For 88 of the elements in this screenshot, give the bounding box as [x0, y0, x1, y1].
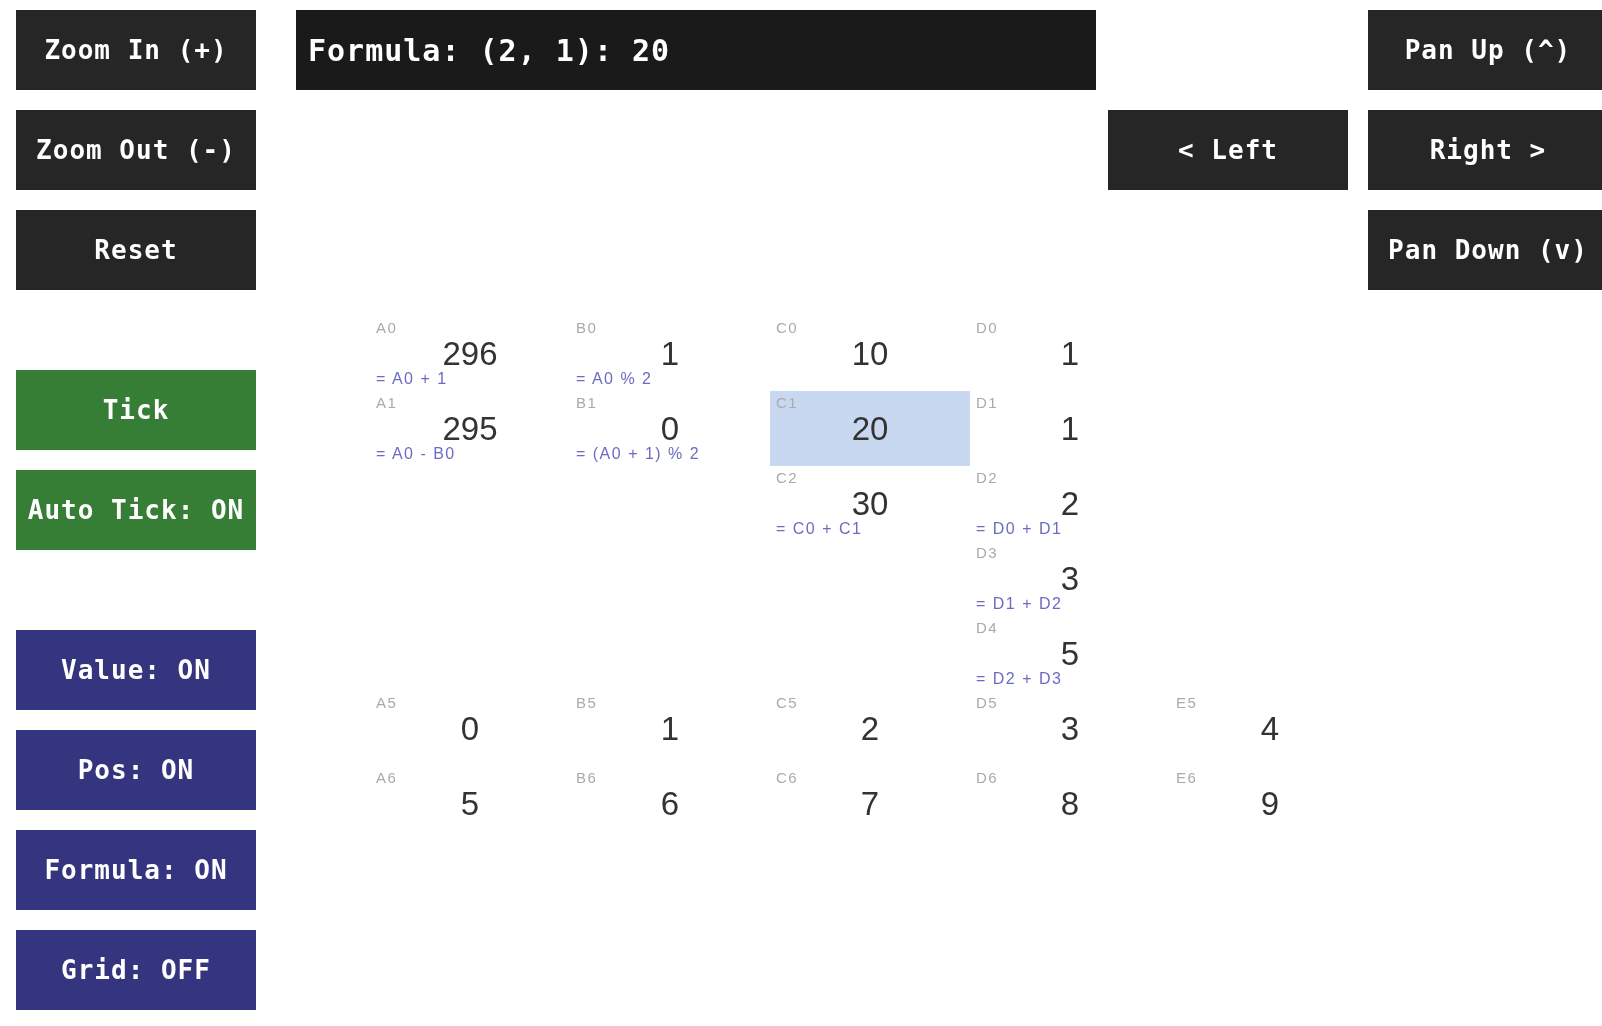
cell-formula: = (A0 + 1) % 2 [576, 446, 701, 462]
cell-value: 6 [660, 787, 680, 821]
formula-toggle[interactable]: Formula: ON [16, 830, 256, 910]
cell-value: 1 [1060, 337, 1080, 371]
pan-down-button[interactable]: Pan Down (v) [1368, 210, 1602, 290]
cell-value: 296 [442, 337, 498, 371]
cell-position-label: D5 [976, 694, 999, 712]
cell-value: 5 [460, 787, 480, 821]
cell-value: 0 [460, 712, 480, 746]
cell-position-label: A5 [376, 694, 398, 712]
cell-value: 9 [1260, 787, 1280, 821]
cell-value: 10 [851, 337, 889, 371]
cell-value: 3 [1060, 712, 1080, 746]
grid-cell[interactable]: B1 0 = (A0 + 1) % 2 [570, 391, 770, 466]
cell-value: 295 [442, 412, 498, 446]
cell-position-label: D0 [976, 319, 999, 337]
formula-bar: Formula: (2, 1): 20 [296, 10, 1096, 90]
cell-value: 7 [860, 787, 880, 821]
cell-value: 20 [851, 412, 889, 446]
grid-cell[interactable]: D1 1 [970, 391, 1170, 466]
zoom-in-button[interactable]: Zoom In (+) [16, 10, 256, 90]
cell-position-label: D4 [976, 619, 999, 637]
grid-cell[interactable]: D0 1 [970, 316, 1170, 391]
grid-cell[interactable]: D2 2 = D0 + D1 [970, 466, 1170, 541]
cell-value: 1 [660, 712, 680, 746]
grid-cell[interactable]: C6 7 [770, 766, 970, 841]
cell-position-label: D6 [976, 769, 999, 787]
cell-value: 4 [1260, 712, 1280, 746]
cell-value: 3 [1060, 562, 1080, 596]
cell-value: 0 [660, 412, 680, 446]
cell-value: 1 [660, 337, 680, 371]
cell-formula: = D0 + D1 [976, 521, 1063, 537]
grid-cell[interactable]: C1 20 [770, 391, 970, 466]
pan-left-button[interactable]: < Left [1108, 110, 1348, 190]
grid-cell[interactable]: C5 2 [770, 691, 970, 766]
grid-toggle[interactable]: Grid: OFF [16, 930, 256, 1010]
cell-formula: = D1 + D2 [976, 596, 1063, 612]
position-toggle[interactable]: Pos: ON [16, 730, 256, 810]
cell-formula: = D2 + D3 [976, 671, 1063, 687]
grid-cell[interactable]: A5 0 [370, 691, 570, 766]
grid-cell[interactable]: D4 5 = D2 + D3 [970, 616, 1170, 691]
cell-position-label: D1 [976, 394, 999, 412]
cell-position-label: A0 [376, 319, 398, 337]
cell-position-label: C5 [776, 694, 799, 712]
grid-cell[interactable]: D5 3 [970, 691, 1170, 766]
cell-value: 2 [860, 712, 880, 746]
cell-position-label: A1 [376, 394, 398, 412]
cell-value: 8 [1060, 787, 1080, 821]
cell-formula: = A0 - B0 [376, 446, 456, 462]
grid-cell[interactable]: E5 4 [1170, 691, 1370, 766]
grid-cell[interactable]: C0 10 [770, 316, 970, 391]
grid-cell[interactable]: E6 9 [1170, 766, 1370, 841]
grid-cell[interactable]: B6 6 [570, 766, 770, 841]
cell-position-label: B6 [576, 769, 598, 787]
pan-up-button[interactable]: Pan Up (^) [1368, 10, 1602, 90]
grid-cell[interactable]: A1 295 = A0 - B0 [370, 391, 570, 466]
grid-cell[interactable]: C2 30 = C0 + C1 [770, 466, 970, 541]
cell-position-label: E5 [1176, 694, 1198, 712]
grid-cell[interactable]: D3 3 = D1 + D2 [970, 541, 1170, 616]
cell-position-label: C0 [776, 319, 799, 337]
cell-position-label: B1 [576, 394, 598, 412]
cell-position-label: C6 [776, 769, 799, 787]
cell-position-label: C1 [776, 394, 799, 412]
reset-button[interactable]: Reset [16, 210, 256, 290]
cell-position-label: D3 [976, 544, 999, 562]
cell-position-label: E6 [1176, 769, 1198, 787]
cell-value: 2 [1060, 487, 1080, 521]
cell-position-label: D2 [976, 469, 999, 487]
tick-button[interactable]: Tick [16, 370, 256, 450]
cell-value: 1 [1060, 412, 1080, 446]
grid-cell[interactable]: A0 296 = A0 + 1 [370, 316, 570, 391]
cell-value: 30 [851, 487, 889, 521]
cell-value: 5 [1060, 637, 1080, 671]
cell-formula: = C0 + C1 [776, 521, 863, 537]
grid-cell[interactable]: D6 8 [970, 766, 1170, 841]
cell-position-label: A6 [376, 769, 398, 787]
value-toggle[interactable]: Value: ON [16, 630, 256, 710]
cell-formula: = A0 + 1 [376, 371, 448, 387]
auto-tick-toggle[interactable]: Auto Tick: ON [16, 470, 256, 550]
grid-cell[interactable]: B0 1 = A0 % 2 [570, 316, 770, 391]
cell-formula: = A0 % 2 [576, 371, 653, 387]
cell-position-label: B5 [576, 694, 598, 712]
cell-position-label: C2 [776, 469, 799, 487]
pan-right-button[interactable]: Right > [1368, 110, 1602, 190]
zoom-out-button[interactable]: Zoom Out (-) [16, 110, 256, 190]
grid-cell[interactable]: A6 5 [370, 766, 570, 841]
cell-position-label: B0 [576, 319, 598, 337]
grid-cell[interactable]: B5 1 [570, 691, 770, 766]
